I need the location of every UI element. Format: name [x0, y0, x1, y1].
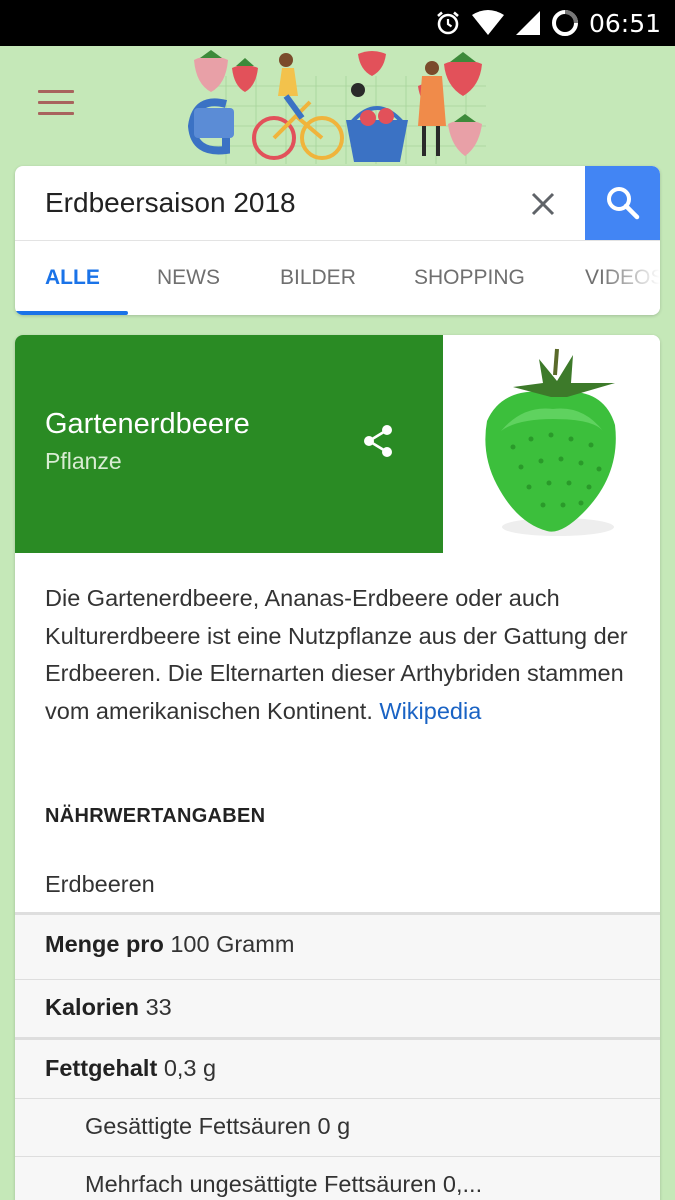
fat-label: Fettgehalt	[45, 1055, 158, 1081]
nutrition-table: Menge pro 100 Gramm Kalorien 33 Fettgeha…	[15, 912, 660, 1200]
alarm-icon	[437, 11, 459, 35]
entity-title: Gartenerdbeere	[45, 408, 250, 440]
knowledge-panel-header[interactable]: Gartenerdbeere Pflanze	[15, 335, 443, 553]
wikipedia-link[interactable]: Wikipedia	[379, 698, 481, 724]
tab-shopping[interactable]: SHOPPING	[414, 241, 525, 315]
share-icon[interactable]	[360, 423, 396, 459]
table-row: Mehrfach ungesättigte Fettsäuren 0,...	[15, 1156, 660, 1200]
status-icons: 06:51	[435, 0, 661, 46]
close-icon[interactable]	[523, 184, 563, 224]
fat-value: 0,3 g	[163, 1055, 217, 1081]
entity-subtitle: Pflanze	[45, 448, 122, 474]
clock: 06:51	[588, 8, 661, 38]
serving-value[interactable]: 100 Gramm	[170, 931, 294, 957]
search-button[interactable]	[585, 166, 660, 240]
search-tabs: ALLE NEWS BILDER SHOPPING VIDEOS	[15, 241, 660, 315]
saturated-fat: Gesättigte Fettsäuren 0 g	[85, 1113, 351, 1139]
description-text: Die Gartenerdbeere, Ananas-Erdbeere oder…	[45, 585, 628, 724]
tab-alle[interactable]: ALLE	[45, 241, 100, 315]
table-row: Kalorien 33	[15, 979, 660, 1037]
search-icon	[606, 187, 639, 220]
header	[0, 46, 675, 170]
signal-icon	[515, 11, 540, 35]
knowledge-panel: Gartenerdbeere Pflanze Die Gartenerdbeer…	[15, 335, 660, 1200]
active-tab-indicator	[15, 311, 128, 315]
strawberry-season-doodle[interactable]	[186, 46, 488, 164]
polyunsaturated-fat: Mehrfach ungesättigte Fettsäuren 0,...	[85, 1171, 483, 1197]
green-strawberry-image[interactable]	[443, 335, 660, 553]
status-bar: 06:51	[0, 0, 675, 46]
tab-bilder[interactable]: BILDER	[280, 241, 356, 315]
wifi-icon	[471, 10, 504, 35]
nutrition-section-title: NÄHRWERTANGABEN	[45, 805, 266, 827]
battery-icon	[551, 10, 578, 36]
search-card: ALLE NEWS BILDER SHOPPING VIDEOS	[15, 166, 660, 315]
table-row: Menge pro 100 Gramm	[15, 912, 660, 979]
nutrition-food-name[interactable]: Erdbeeren	[45, 871, 155, 898]
serving-label: Menge pro	[45, 931, 164, 957]
search-input[interactable]	[45, 166, 515, 240]
calories-label: Kalorien	[45, 994, 140, 1020]
table-row: Gesättigte Fettsäuren 0 g	[15, 1098, 660, 1156]
tab-news[interactable]: NEWS	[157, 241, 220, 315]
hamburger-menu-icon[interactable]	[38, 90, 74, 116]
table-row: Fettgehalt 0,3 g	[15, 1037, 660, 1098]
tabs-fade	[600, 241, 660, 315]
calories-value: 33	[145, 994, 172, 1020]
entity-description: Die Gartenerdbeere, Ananas-Erdbeere oder…	[45, 580, 635, 730]
